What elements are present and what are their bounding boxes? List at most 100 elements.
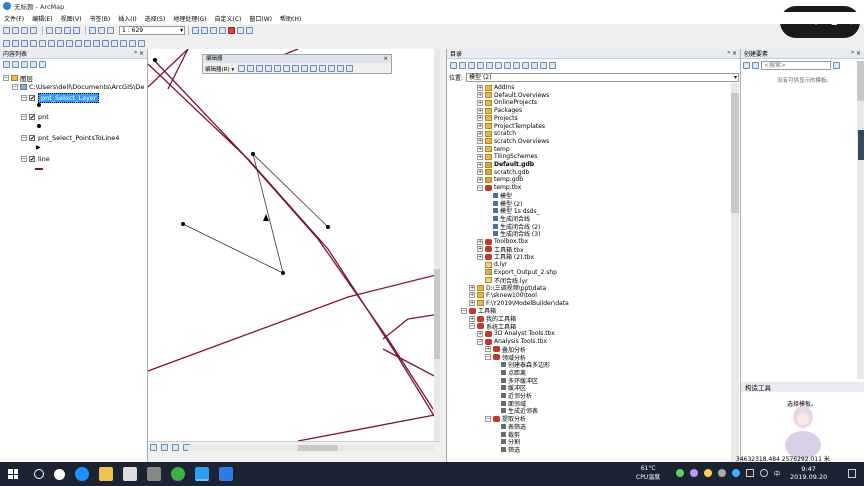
back-extent-icon[interactable] (57, 39, 64, 47)
collapse-icon[interactable]: − (21, 114, 27, 120)
expand-icon[interactable]: + (477, 176, 483, 183)
attributes-icon[interactable] (328, 65, 336, 72)
open-icon[interactable] (12, 26, 19, 34)
expand-icon[interactable]: + (469, 300, 475, 307)
collapse-icon[interactable]: − (485, 354, 491, 360)
menu-item[interactable]: 窗口(W) (249, 14, 272, 23)
collapse-icon[interactable]: − (461, 307, 467, 314)
file-explorer-icon[interactable] (99, 467, 113, 481)
side-tab[interactable] (858, 130, 864, 160)
list-by-drawing-order-icon[interactable] (3, 61, 10, 68)
weather-widget[interactable]: 61°C CPU温度 (636, 465, 660, 481)
expand-icon[interactable]: + (477, 153, 483, 160)
disconnect-icon[interactable] (495, 61, 502, 69)
layer-name[interactable]: line (38, 155, 50, 163)
tray-app-icon[interactable] (704, 469, 712, 477)
html-popup-icon[interactable] (138, 39, 145, 47)
list-by-source-icon[interactable] (12, 61, 19, 68)
expand-icon[interactable]: + (477, 115, 483, 122)
tray-app-icon[interactable] (732, 469, 740, 477)
settings-icon[interactable] (549, 61, 556, 69)
modelbuilder-icon[interactable] (246, 26, 253, 34)
select-features-icon[interactable] (75, 39, 82, 47)
catalog-tree-item[interactable]: + Default.gdb (477, 161, 534, 168)
start-windows-icon[interactable] (8, 469, 18, 479)
split-icon[interactable] (310, 65, 318, 72)
forward-extent-icon[interactable] (66, 39, 73, 47)
expand-icon[interactable]: + (477, 107, 483, 114)
catalog-tree-item[interactable]: 筛选 (493, 446, 520, 454)
location-combo[interactable]: 模型 (2) ▾ (466, 72, 739, 82)
clear-selection-icon[interactable] (84, 39, 91, 47)
catalog-tree-item[interactable]: d.lyr (477, 261, 507, 268)
rotate-icon[interactable] (319, 65, 327, 72)
panel-close-icon[interactable]: ᵖ × (851, 50, 861, 57)
layer-visibility-checkbox[interactable]: ✔ (29, 135, 35, 142)
zoom-in-icon[interactable] (3, 39, 10, 47)
sketch-properties-icon[interactable] (337, 65, 345, 72)
catalog-tree-item[interactable]: +3D Analyst Tools.tbx (477, 330, 555, 337)
toc-close-icon[interactable]: ᵖ × (134, 50, 144, 57)
map-scrollbar[interactable] (434, 49, 440, 441)
video-recorder-icon[interactable] (219, 467, 233, 481)
catalog-tree-item[interactable]: + Projects (477, 115, 518, 122)
search-window-icon[interactable] (219, 26, 226, 34)
refresh-icon[interactable] (513, 61, 520, 69)
menu-item[interactable]: 插入(I) (118, 14, 136, 23)
volume-icon[interactable] (760, 469, 768, 477)
connect-to-database-icon[interactable] (531, 61, 538, 69)
copy-icon[interactable] (55, 26, 62, 34)
edge-browser-icon[interactable] (75, 467, 89, 481)
menu-item[interactable]: 书签(B) (89, 14, 110, 23)
organize-templates-icon[interactable] (743, 62, 750, 69)
identify-icon[interactable] (102, 39, 109, 47)
tray-app-icon[interactable] (718, 469, 726, 477)
collapse-icon[interactable]: − (469, 323, 475, 330)
arcmap-taskbar-icon[interactable] (195, 467, 209, 481)
layout-view-icon[interactable] (161, 444, 168, 451)
catalog-close-icon[interactable]: ᵖ × (727, 50, 737, 57)
fixed-zoom-out-icon[interactable] (48, 39, 55, 47)
catalog-tree-item[interactable]: + Packages (477, 107, 522, 114)
toc-layers-group[interactable]: − 图层 (3, 73, 33, 83)
menu-item[interactable]: 选择(S) (145, 14, 166, 23)
redo-icon[interactable] (98, 26, 105, 34)
editor-menu-button[interactable]: 编辑器(R) ▾ (205, 65, 234, 73)
fixed-zoom-in-icon[interactable] (39, 39, 46, 47)
toc-layer-item[interactable]: − ✔ pnt (21, 113, 49, 121)
collapse-icon[interactable]: − (21, 135, 27, 141)
catalog-icon[interactable] (210, 26, 217, 34)
editor-toolbar-icon[interactable] (192, 26, 199, 34)
store-icon[interactable] (123, 467, 137, 481)
notifications-icon[interactable] (848, 469, 856, 478)
undo-icon[interactable] (89, 26, 96, 34)
menu-item[interactable]: 地理处理(G) (173, 14, 206, 23)
pan-icon[interactable] (21, 39, 28, 47)
point-icon[interactable] (274, 65, 282, 72)
template-search-input[interactable]: <搜索> (761, 61, 831, 70)
expand-icon[interactable]: + (477, 253, 483, 260)
filter-icon[interactable] (752, 62, 759, 69)
tray-icons[interactable]: 中 (676, 469, 780, 478)
expand-icon[interactable]: + (485, 346, 491, 353)
straight-segment-icon[interactable] (247, 65, 255, 72)
cut-icon[interactable] (46, 26, 53, 34)
collapse-icon[interactable]: − (485, 415, 491, 422)
tray-app-icon[interactable] (690, 469, 698, 477)
toggle-contents-icon[interactable] (504, 61, 511, 69)
media-icon[interactable] (147, 467, 161, 481)
collapse-icon[interactable]: − (12, 84, 18, 90)
search-circle-icon[interactable] (34, 469, 44, 479)
layer-name-selected[interactable]: pnt_Select_Layer (38, 93, 100, 103)
search-icon[interactable] (833, 62, 840, 69)
layer-name[interactable]: pnt (38, 113, 49, 121)
editor-toolbar-titlebar[interactable]: 编辑器 × (203, 55, 391, 63)
ime-icon[interactable]: 中 (774, 469, 780, 478)
list-by-visibility-icon[interactable] (21, 61, 28, 68)
zoom-out-icon[interactable] (12, 39, 19, 47)
list-by-selection-icon[interactable] (30, 61, 37, 68)
menu-item[interactable]: 视图(V) (61, 14, 82, 23)
data-view-icon[interactable] (150, 444, 157, 451)
create-features-icon[interactable] (346, 65, 354, 72)
up-level-icon[interactable] (468, 61, 475, 69)
